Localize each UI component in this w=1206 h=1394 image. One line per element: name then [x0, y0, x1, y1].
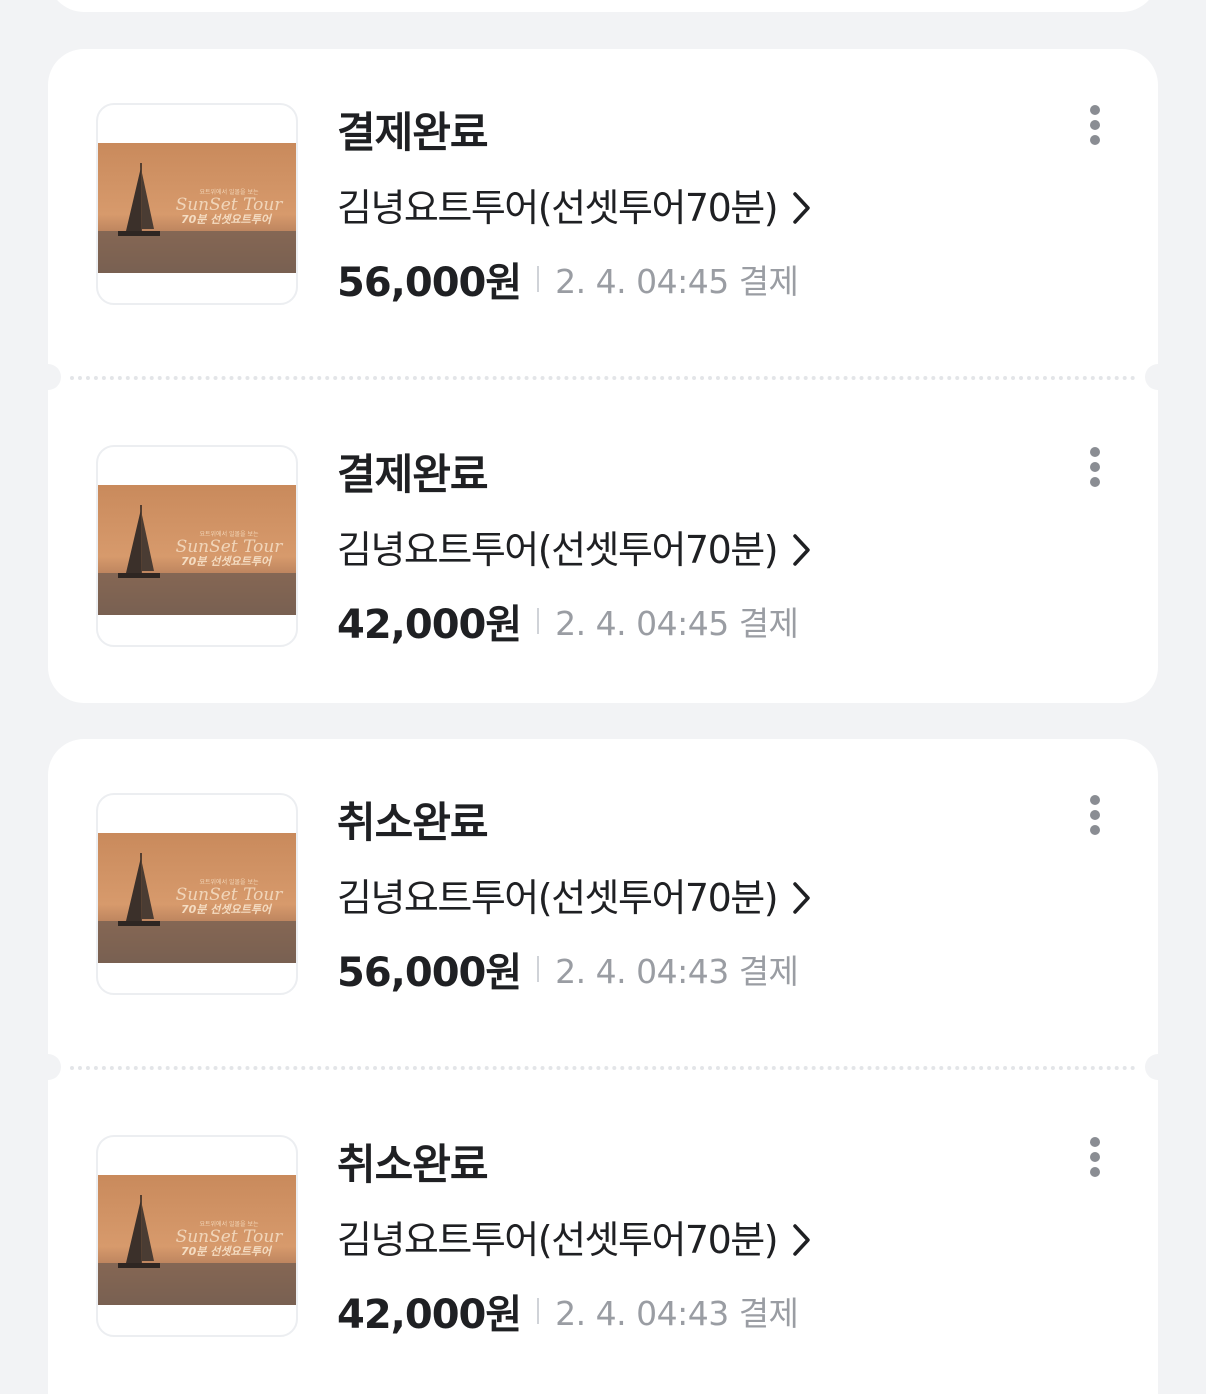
price-row: 42,000원 2. 4. 04:43 결제: [337, 1285, 799, 1338]
product-thumbnail[interactable]: 요트위에서 일몰을 보는 SunSet Tour 70분 선셋요트투어: [96, 103, 298, 305]
order-item: 요트위에서 일몰을 보는 SunSet Tour 70분 선셋요트투어 취소완료…: [48, 739, 1158, 1029]
product-thumbnail[interactable]: 요트위에서 일몰을 보는 SunSet Tour 70분 선셋요트투어: [96, 1135, 298, 1337]
thumbnail-caption-sub: 70분 선셋요트투어: [181, 903, 273, 916]
more-vertical-icon[interactable]: [1078, 791, 1112, 839]
paid-at: 2. 4. 04:43 결제: [555, 952, 799, 991]
order-item: 요트위에서 일몰을 보는 SunSet Tour 70분 선셋요트투어 결제완료…: [48, 49, 1158, 339]
thumbnail-caption-sub: 70분 선셋요트투어: [181, 213, 273, 226]
product-name: 김녕요트투어(선셋투어70분): [337, 186, 779, 230]
sunset-yacht-image: 요트위에서 일몰을 보는 SunSet Tour 70분 선셋요트투어: [98, 833, 296, 963]
previous-order-card-edge: [48, 0, 1158, 12]
separator: [537, 956, 540, 982]
thumbnail-caption-title: SunSet Tour: [176, 885, 284, 905]
price-row: 42,000원 2. 4. 04:45 결제: [337, 595, 799, 648]
chevron-right-icon: [793, 534, 810, 566]
product-link[interactable]: 김녕요트투어(선셋투어70분): [337, 524, 813, 576]
sunset-yacht-image: 요트위에서 일몰을 보는 SunSet Tour 70분 선셋요트투어: [98, 143, 296, 273]
order-item: 요트위에서 일몰을 보는 SunSet Tour 70분 선셋요트투어 결제완료…: [48, 391, 1158, 681]
price-row: 56,000원 2. 4. 04:43 결제: [337, 943, 799, 996]
product-link[interactable]: 김녕요트투어(선셋투어70분): [337, 1214, 813, 1266]
thumbnail-caption-title: SunSet Tour: [176, 537, 284, 557]
dotted-divider: [35, 364, 1171, 390]
order-group: 요트위에서 일몰을 보는 SunSet Tour 70분 선셋요트투어 취소완료…: [35, 739, 1171, 1394]
order-history-page: 요트위에서 일몰을 보는 SunSet Tour 70분 선셋요트투어 결제완료…: [0, 0, 1206, 1394]
product-thumbnail[interactable]: 요트위에서 일몰을 보는 SunSet Tour 70분 선셋요트투어: [96, 445, 298, 647]
price-row: 56,000원 2. 4. 04:45 결제: [337, 253, 799, 306]
product-name: 김녕요트투어(선셋투어70분): [337, 876, 779, 920]
thumbnail-caption-sub: 70분 선셋요트투어: [181, 1245, 273, 1258]
order-status: 결제완료: [337, 450, 489, 499]
thumbnail-caption-title: SunSet Tour: [176, 195, 284, 215]
chevron-right-icon: [793, 1224, 810, 1256]
product-link[interactable]: 김녕요트투어(선셋투어70분): [337, 872, 813, 924]
order-price: 42,000원: [337, 602, 522, 648]
order-status: 결제완료: [337, 108, 489, 157]
product-thumbnail[interactable]: 요트위에서 일몰을 보는 SunSet Tour 70분 선셋요트투어: [96, 793, 298, 995]
order-price: 42,000원: [337, 1292, 522, 1338]
more-vertical-icon[interactable]: [1078, 101, 1112, 149]
product-name: 김녕요트투어(선셋투어70분): [337, 1218, 779, 1262]
dotted-divider: [35, 1054, 1171, 1080]
sunset-yacht-image: 요트위에서 일몰을 보는 SunSet Tour 70분 선셋요트투어: [98, 1175, 296, 1305]
separator: [537, 266, 540, 292]
order-group: 요트위에서 일몰을 보는 SunSet Tour 70분 선셋요트투어 결제완료…: [35, 49, 1171, 703]
order-price: 56,000원: [337, 950, 522, 996]
separator: [537, 1298, 540, 1324]
thumbnail-caption-title: SunSet Tour: [176, 1227, 284, 1247]
more-vertical-icon[interactable]: [1078, 1133, 1112, 1181]
chevron-right-icon: [793, 882, 810, 914]
order-status: 취소완료: [337, 1140, 489, 1189]
thumbnail-caption-sub: 70분 선셋요트투어: [181, 555, 273, 568]
paid-at: 2. 4. 04:43 결제: [555, 1294, 799, 1333]
order-price: 56,000원: [337, 260, 522, 306]
paid-at: 2. 4. 04:45 결제: [555, 604, 799, 643]
order-status: 취소완료: [337, 798, 489, 847]
order-item: 요트위에서 일몰을 보는 SunSet Tour 70분 선셋요트투어 취소완료…: [48, 1081, 1158, 1371]
product-name: 김녕요트투어(선셋투어70분): [337, 528, 779, 572]
product-link[interactable]: 김녕요트투어(선셋투어70분): [337, 182, 813, 234]
sunset-yacht-image: 요트위에서 일몰을 보는 SunSet Tour 70분 선셋요트투어: [98, 485, 296, 615]
paid-at: 2. 4. 04:45 결제: [555, 262, 799, 301]
separator: [537, 608, 540, 634]
more-vertical-icon[interactable]: [1078, 443, 1112, 491]
chevron-right-icon: [793, 192, 810, 224]
